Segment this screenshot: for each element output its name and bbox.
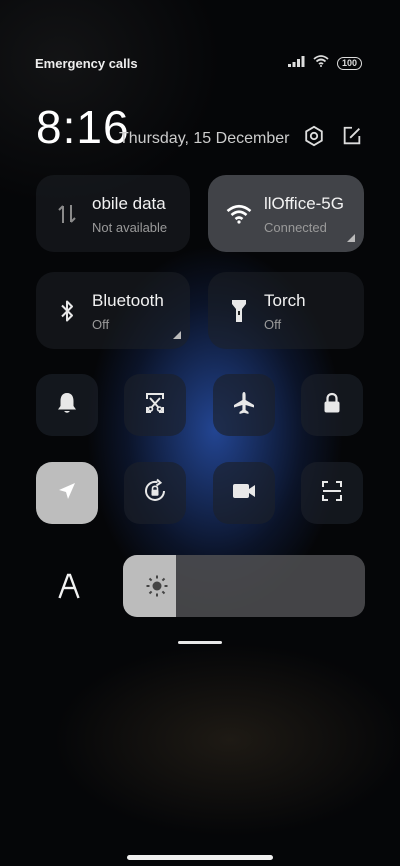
battery-icon: 100: [336, 56, 362, 70]
wifi-network-name: llOffice-5G: [264, 194, 344, 213]
wifi-tile[interactable]: llOffice-5G Connected: [208, 175, 364, 252]
expand-corner-icon[interactable]: [173, 331, 181, 339]
home-indicator[interactable]: [127, 855, 273, 860]
airplane-icon: [231, 390, 257, 421]
scan-icon: [320, 479, 344, 508]
brightness-slider[interactable]: [123, 555, 365, 617]
edit-icon[interactable]: [340, 124, 364, 148]
mobile-data-label: obile data: [92, 194, 166, 213]
clock: 8:16: [36, 101, 130, 153]
bluetooth-icon: [54, 298, 80, 324]
expand-corner-icon[interactable]: [347, 234, 355, 242]
signal-icon: [287, 54, 305, 72]
date: Thursday, 15 December: [119, 130, 290, 147]
rotation-lock-toggle[interactable]: [124, 462, 186, 524]
reading-mode-icon[interactable]: [54, 570, 84, 602]
status-icons: 100: [287, 54, 362, 72]
screenshot-scissors-icon: [142, 390, 168, 421]
panel-drag-handle[interactable]: [178, 641, 222, 644]
torch-status: Off: [264, 317, 282, 332]
status-bar-text: Emergency calls o: [35, 56, 139, 71]
lock-icon: [321, 391, 343, 420]
settings-icon[interactable]: [302, 124, 326, 148]
mobile-data-tile[interactable]: obile data Not available: [36, 175, 190, 252]
location-arrow-icon: [56, 480, 78, 507]
screen-recorder-toggle[interactable]: [213, 462, 275, 524]
wifi-icon: [226, 201, 252, 227]
screenshot-toggle[interactable]: [124, 374, 186, 436]
lock-screen-toggle[interactable]: [301, 374, 363, 436]
sound-toggle[interactable]: [36, 374, 98, 436]
torch-icon: [226, 298, 252, 324]
scanner-toggle[interactable]: [301, 462, 363, 524]
torch-label: Torch: [264, 291, 306, 310]
mobile-data-status: Not available: [92, 220, 168, 235]
bell-icon: [56, 391, 78, 420]
brightness-sun-icon: [145, 574, 169, 598]
bluetooth-status: Off: [92, 317, 110, 332]
bluetooth-tile[interactable]: Bluetooth Off: [36, 272, 190, 349]
torch-tile[interactable]: Torch Off: [208, 272, 364, 349]
video-camera-icon: [231, 481, 257, 506]
mobile-data-icon: [54, 201, 80, 227]
location-toggle[interactable]: [36, 462, 98, 524]
rotation-lock-icon: [142, 478, 168, 509]
wifi-status-icon: [313, 54, 329, 72]
wifi-status: Connected: [264, 220, 327, 235]
airplane-mode-toggle[interactable]: [213, 374, 275, 436]
bluetooth-label: Bluetooth: [92, 291, 164, 310]
